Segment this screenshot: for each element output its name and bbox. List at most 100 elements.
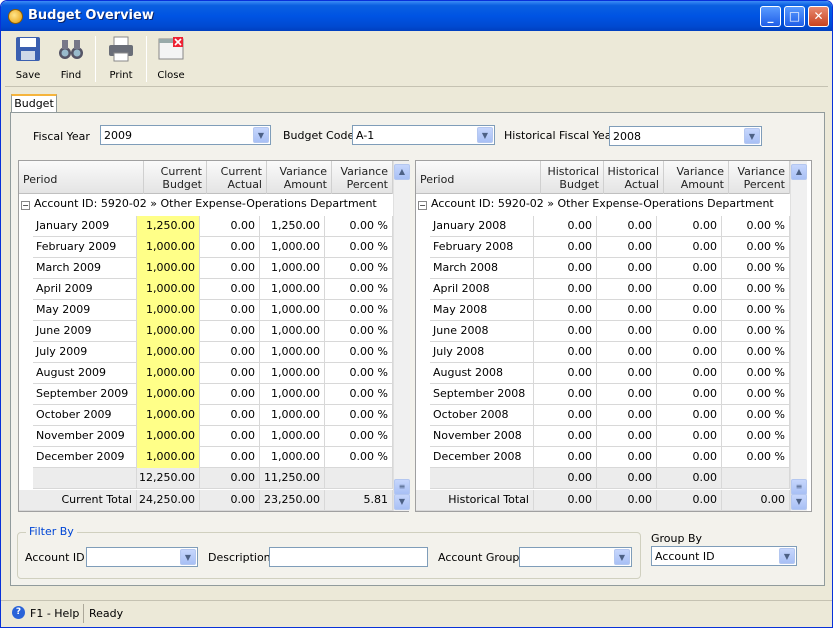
table-cell[interactable]: July 2009 [33,342,137,363]
table-cell[interactable]: April 2009 [33,279,137,300]
table-cell[interactable]: 0.00 [534,300,597,321]
table-cell[interactable]: 1,000.00 [260,279,325,300]
table-cell[interactable]: 0.00 [200,405,260,426]
table-cell[interactable]: 0.00 [597,490,657,511]
table-cell[interactable]: 0.00 [657,490,722,511]
column-header[interactable]: Period [19,161,144,194]
table-cell[interactable]: 0.00 % [325,321,393,342]
column-header[interactable]: Variance Percent [332,161,393,194]
table-cell[interactable]: 0.00 [597,405,657,426]
table-cell[interactable]: 0.00 [657,300,722,321]
table-row[interactable]: December 2008 0.00 0.00 0.00 0.00 % [430,447,790,468]
table-cell[interactable]: 0.00 % [325,216,393,237]
table-cell[interactable]: 0.00 [534,216,597,237]
subtotal-row[interactable]: 12,250.00 0.00 11,250.00 [33,468,393,489]
collapse-icon[interactable]: − [21,201,30,210]
table-cell[interactable]: 0.00 [657,216,722,237]
budget-code-dropdown[interactable]: A-1 ▼ [352,125,495,145]
table-cell[interactable]: 1,000.00 [260,363,325,384]
table-cell[interactable]: 1,000.00 [260,384,325,405]
table-cell[interactable] [33,468,137,489]
table-cell[interactable]: August 2008 [430,363,534,384]
table-cell[interactable]: 0.00 [657,279,722,300]
group-row[interactable]: − Account ID: 5920-02 » Other Expense-Ope… [19,195,393,213]
table-cell[interactable]: June 2009 [33,321,137,342]
find-button[interactable]: Find [51,35,91,85]
total-row[interactable]: Current Total 24,250.00 0.00 23,250.00 5.81 [19,490,393,511]
table-cell[interactable]: 0.00 [657,342,722,363]
table-cell[interactable]: 0.00 % [722,405,790,426]
table-cell[interactable]: 0.00 [657,258,722,279]
table-cell[interactable]: 1,000.00 [260,237,325,258]
table-row[interactable]: September 2009 1,000.00 0.00 1,000.00 0.00 % [33,384,393,405]
table-row[interactable]: November 2008 0.00 0.00 0.00 0.00 % [430,426,790,447]
table-cell[interactable]: 0.00 [200,384,260,405]
table-cell[interactable]: September 2009 [33,384,137,405]
table-cell[interactable]: 0.00 [657,237,722,258]
table-row[interactable]: May 2008 0.00 0.00 0.00 0.00 % [430,300,790,321]
table-cell[interactable]: 0.00 % [722,279,790,300]
table-cell[interactable]: 0.00 [657,384,722,405]
table-cell[interactable]: 0.00 [534,321,597,342]
table-cell[interactable]: 1,000.00 [137,447,200,468]
table-cell[interactable]: 0.00 % [325,447,393,468]
table-cell[interactable]: 0.00 [534,279,597,300]
collapse-icon[interactable]: − [418,201,427,210]
table-cell[interactable]: 0.00 [597,279,657,300]
table-cell[interactable]: 1,000.00 [260,258,325,279]
table-cell[interactable]: 0.00 [534,258,597,279]
table-cell[interactable]: 0.00 [534,363,597,384]
table-row[interactable]: April 2008 0.00 0.00 0.00 0.00 % [430,279,790,300]
table-row[interactable]: November 2009 1,000.00 0.00 1,000.00 0.00 % [33,426,393,447]
table-cell[interactable]: September 2008 [430,384,534,405]
vertical-scrollbar[interactable]: ▲ ≡ ▼ [393,161,410,511]
table-cell[interactable]: April 2008 [430,279,534,300]
table-cell[interactable]: 0.00 % [325,384,393,405]
table-cell[interactable]: 0.00 [200,279,260,300]
table-cell[interactable]: 0.00 [200,258,260,279]
table-cell[interactable]: May 2008 [430,300,534,321]
table-cell[interactable]: 1,000.00 [260,321,325,342]
table-row[interactable]: August 2009 1,000.00 0.00 1,000.00 0.00 % [33,363,393,384]
table-cell[interactable]: 0.00 [534,384,597,405]
column-header[interactable]: Historical Budget [541,161,604,194]
table-row[interactable]: May 2009 1,000.00 0.00 1,000.00 0.00 % [33,300,393,321]
close-window-button[interactable]: ✕ [808,6,829,27]
tab-budget[interactable]: Budget [11,94,57,113]
table-cell[interactable]: 0.00 % [325,300,393,321]
table-cell[interactable]: 0.00 % [325,342,393,363]
print-button[interactable]: Print [101,35,141,85]
table-cell[interactable]: 0.00 % [325,258,393,279]
table-row[interactable]: June 2009 1,000.00 0.00 1,000.00 0.00 % [33,321,393,342]
table-cell[interactable]: 0.00 [534,237,597,258]
table-row[interactable]: July 2009 1,000.00 0.00 1,000.00 0.00 % [33,342,393,363]
table-cell[interactable]: December 2009 [33,447,137,468]
table-cell[interactable]: March 2008 [430,258,534,279]
table-cell[interactable]: 1,000.00 [260,447,325,468]
table-cell[interactable]: 0.00 [534,447,597,468]
column-header[interactable]: Current Budget [144,161,207,194]
group-row[interactable]: − Account ID: 5920-02 » Other Expense-Ope… [416,195,790,213]
account-id-dropdown[interactable]: ▼ [86,547,198,567]
table-cell[interactable]: 0.00 [657,363,722,384]
table-cell[interactable]: 0.00 [200,216,260,237]
table-cell[interactable]: 0.00 [657,405,722,426]
column-header[interactable]: Period [416,161,541,194]
scroll-down-icon[interactable]: ▼ [791,494,807,510]
column-header[interactable]: Variance Percent [729,161,790,194]
table-cell[interactable]: 1,250.00 [137,216,200,237]
help-icon[interactable]: ? [12,606,25,619]
table-cell[interactable]: 0.00 [657,426,722,447]
table-cell[interactable]: 1,000.00 [260,300,325,321]
table-cell[interactable]: 1,000.00 [137,258,200,279]
column-header[interactable]: Current Actual [207,161,267,194]
table-cell[interactable]: 0.00 % [722,321,790,342]
table-row[interactable]: January 2008 0.00 0.00 0.00 0.00 % [430,216,790,237]
table-cell[interactable]: 0.00 [597,468,657,489]
table-row[interactable]: February 2009 1,000.00 0.00 1,000.00 0.00 % [33,237,393,258]
table-cell[interactable]: June 2008 [430,321,534,342]
subtotal-row[interactable]: 0.00 0.00 0.00 [430,468,790,489]
maximize-button[interactable]: □ [784,6,805,27]
table-cell[interactable]: 0.00 [597,258,657,279]
historical-fiscal-year-dropdown[interactable]: 2008 ▼ [609,126,762,146]
